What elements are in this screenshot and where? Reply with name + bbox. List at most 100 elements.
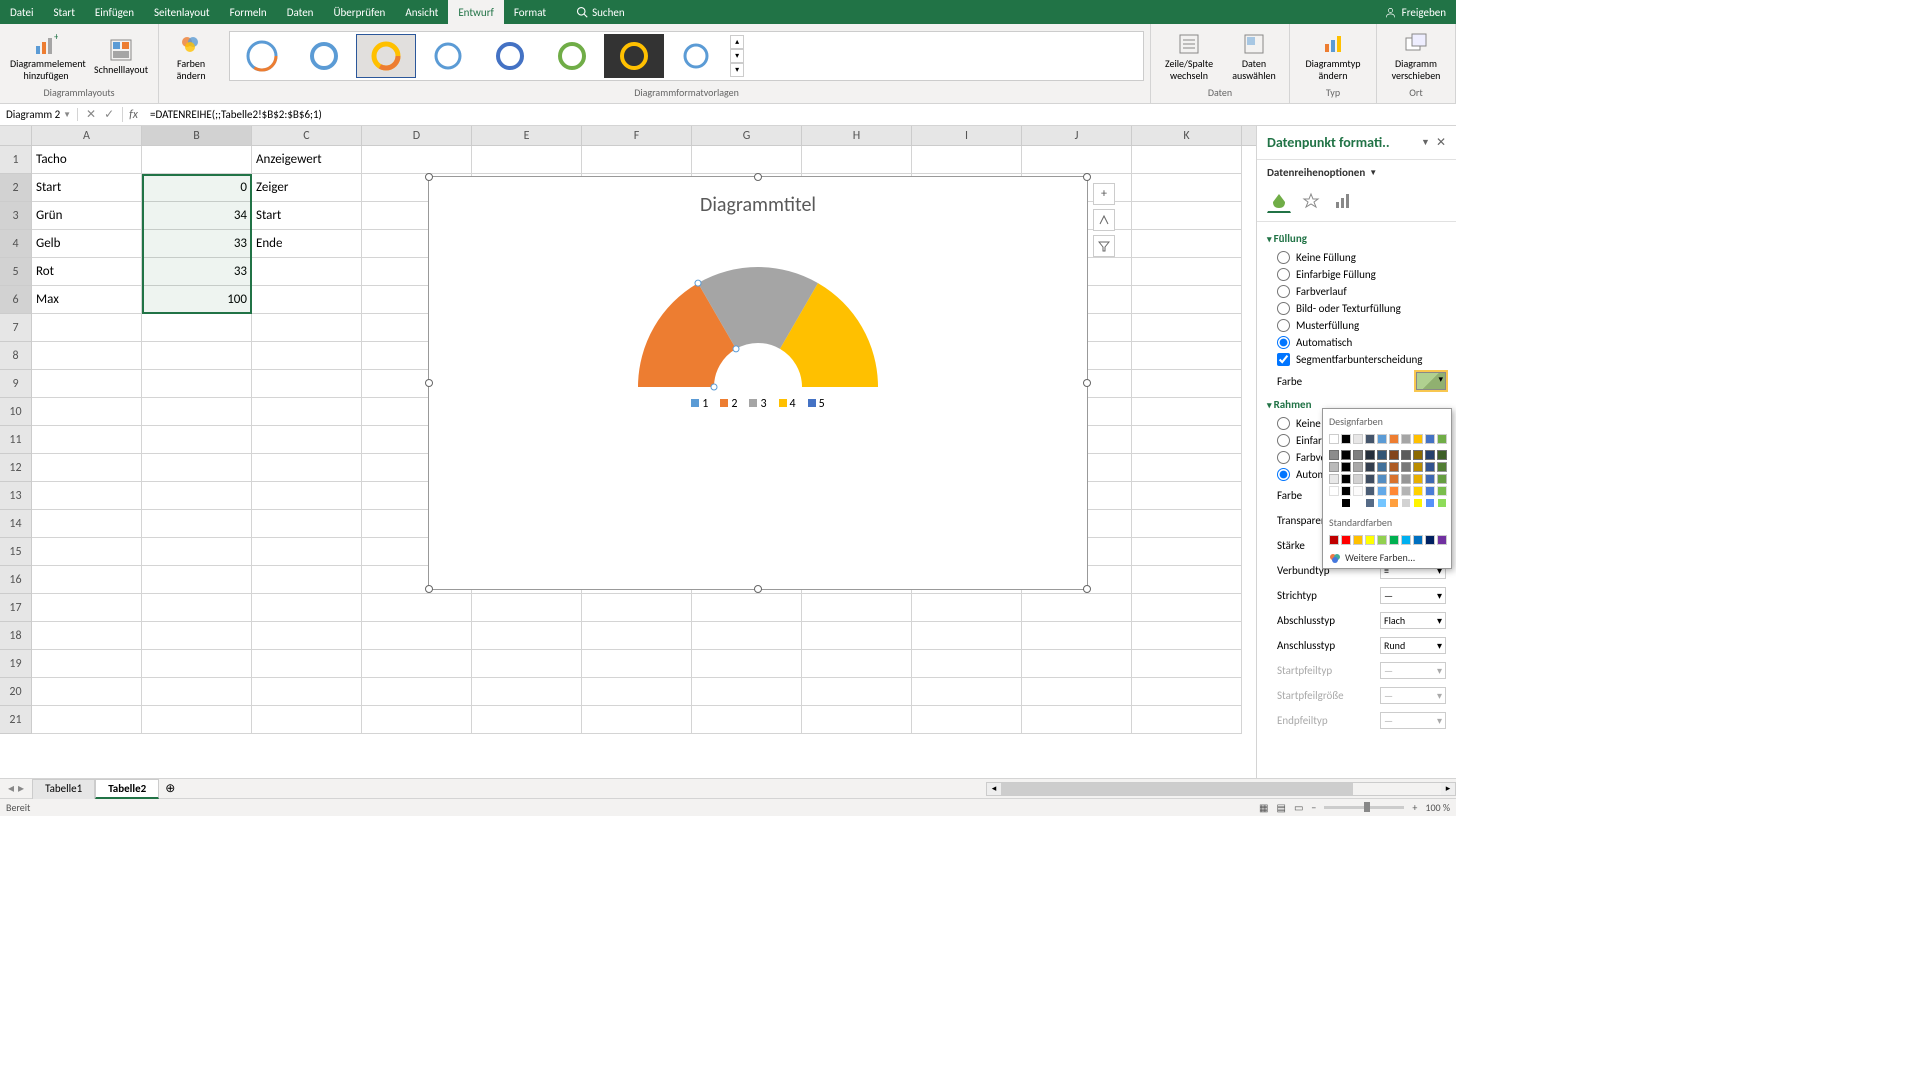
color-swatch[interactable] [1389,474,1399,484]
color-swatch[interactable] [1401,486,1411,496]
cell-A15[interactable] [32,538,142,566]
cell-C13[interactable] [252,482,362,510]
col-header-K[interactable]: K [1132,126,1242,145]
cell-A9[interactable] [32,370,142,398]
color-swatch[interactable] [1341,474,1351,484]
cell-A16[interactable] [32,566,142,594]
color-swatch[interactable] [1401,535,1411,545]
cell-H18[interactable] [802,622,912,650]
row-header-10[interactable]: 10 [0,398,32,426]
color-swatch[interactable] [1365,535,1375,545]
zoom-in-button[interactable]: + [1412,801,1417,814]
color-swatch[interactable] [1377,474,1387,484]
row-header-5[interactable]: 5 [0,258,32,286]
cancel-icon[interactable]: ✕ [86,107,96,122]
sheet-tab-tabelle2[interactable]: Tabelle2 [95,779,159,799]
cell-K1[interactable] [1132,146,1242,174]
cell-C1[interactable]: Anzeigewert [252,146,362,174]
cell-B7[interactable] [142,314,252,342]
color-swatch[interactable] [1437,486,1447,496]
formula-input[interactable]: =DATENREIHE(;;Tabelle2!$B$2:$B$6;1) [144,108,1456,121]
row-header-8[interactable]: 8 [0,342,32,370]
cell-C18[interactable] [252,622,362,650]
color-swatch[interactable] [1365,486,1375,496]
row-header-18[interactable]: 18 [0,622,32,650]
row-header-20[interactable]: 20 [0,678,32,706]
cell-K2[interactable] [1132,174,1242,202]
menu-tab-format[interactable]: Format [504,0,556,24]
color-swatch[interactable] [1425,450,1435,460]
cell-K12[interactable] [1132,454,1242,482]
cell-B17[interactable] [142,594,252,622]
cell-A19[interactable] [32,650,142,678]
menu-tab-formeln[interactable]: Formeln [220,0,277,24]
cell-D19[interactable] [362,650,472,678]
cell-C16[interactable] [252,566,362,594]
color-swatch[interactable] [1365,434,1375,444]
color-swatch[interactable] [1425,535,1435,545]
chart-plot-area[interactable] [618,227,898,387]
cell-C10[interactable] [252,398,362,426]
fill-color-button[interactable] [1416,372,1446,390]
effects-tab-icon[interactable] [1299,189,1323,213]
cell-A20[interactable] [32,678,142,706]
chart-title[interactable]: Diagrammtitel [429,177,1087,217]
cell-C7[interactable] [252,314,362,342]
col-header-H[interactable]: H [802,126,912,145]
color-swatch[interactable] [1377,450,1387,460]
chart-style-6[interactable] [542,34,602,78]
change-chart-type-button[interactable]: Diagrammtyp ändern [1296,28,1370,84]
chart-filters-button[interactable] [1093,235,1115,257]
col-header-G[interactable]: G [692,126,802,145]
col-header-F[interactable]: F [582,126,692,145]
color-swatch[interactable] [1377,462,1387,472]
cell-A13[interactable] [32,482,142,510]
cell-H1[interactable] [802,146,912,174]
border-gradient-radio[interactable] [1277,451,1290,464]
chart-styles-button[interactable] [1093,209,1115,231]
chart-style-gallery[interactable]: ▴ ▾ ▾ [229,31,1144,81]
color-swatch[interactable] [1401,474,1411,484]
row-header-1[interactable]: 1 [0,146,32,174]
add-chart-element-button[interactable]: + Diagrammelement hinzufügen [6,28,86,84]
cell-G21[interactable] [692,706,802,734]
row-header-7[interactable]: 7 [0,314,32,342]
col-header-D[interactable]: D [362,126,472,145]
cell-A6[interactable]: Max [32,286,142,314]
cell-C20[interactable] [252,678,362,706]
cell-J1[interactable] [1022,146,1132,174]
cell-B2[interactable]: 0 [142,174,252,202]
cell-K4[interactable] [1132,230,1242,258]
color-swatch[interactable] [1425,486,1435,496]
chart-style-3[interactable] [356,34,416,78]
color-swatch[interactable] [1413,474,1423,484]
view-pagebreak-icon[interactable]: ▭ [1294,801,1303,814]
color-swatch[interactable] [1437,535,1447,545]
cell-F18[interactable] [582,622,692,650]
color-swatch[interactable] [1341,434,1351,444]
menu-tab-ansicht[interactable]: Ansicht [395,0,448,24]
row-header-17[interactable]: 17 [0,594,32,622]
select-data-button[interactable]: Daten auswählen [1225,28,1283,84]
worksheet-grid[interactable]: ABCDEFGHIJK 1TachoAnzeigewert2Start0Zeig… [0,126,1256,778]
zoom-level[interactable]: 100 % [1425,801,1450,814]
cell-K8[interactable] [1132,342,1242,370]
row-header-3[interactable]: 3 [0,202,32,230]
color-swatch[interactable] [1353,474,1363,484]
cell-I18[interactable] [912,622,1022,650]
cell-A2[interactable]: Start [32,174,142,202]
cell-H21[interactable] [802,706,912,734]
menu-tab-seitenlayout[interactable]: Seitenlayout [144,0,220,24]
move-chart-button[interactable]: Diagramm verschieben [1383,28,1449,84]
cell-C12[interactable] [252,454,362,482]
chart-style-4[interactable] [418,34,478,78]
color-swatch[interactable] [1437,450,1447,460]
cell-I21[interactable] [912,706,1022,734]
chart-style-2[interactable] [294,34,354,78]
cell-B5[interactable]: 33 [142,258,252,286]
add-sheet-button[interactable]: ⊕ [165,781,175,796]
cell-K9[interactable] [1132,370,1242,398]
color-swatch[interactable] [1329,535,1339,545]
tell-me-search[interactable]: Suchen [576,6,625,19]
row-header-14[interactable]: 14 [0,510,32,538]
